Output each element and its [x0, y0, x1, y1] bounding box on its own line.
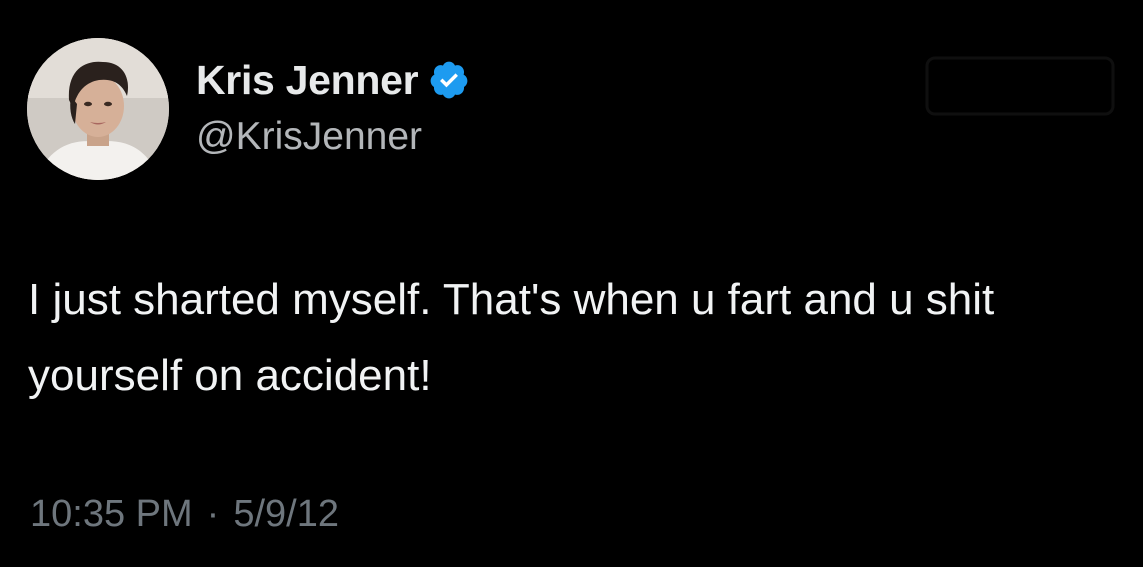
- name-row: Kris Jenner: [196, 56, 470, 104]
- tweet-text: I just sharted myself. That's when u far…: [28, 275, 995, 400]
- avatar[interactable]: [27, 38, 169, 180]
- tweet-card: Kris Jenner @KrisJenner I just sharted m…: [0, 0, 1143, 567]
- display-name[interactable]: Kris Jenner: [196, 56, 419, 104]
- meta-separator: ·: [206, 493, 220, 535]
- user-info: Kris Jenner @KrisJenner: [196, 56, 470, 160]
- tweet-meta: 10:35 PM · 5/9/12: [30, 490, 339, 538]
- user-handle[interactable]: @KrisJenner: [196, 114, 470, 160]
- tweet-date[interactable]: 5/9/12: [233, 490, 339, 538]
- avatar-image: [27, 38, 169, 180]
- verified-badge-icon: [430, 61, 468, 99]
- watermark-logo-icon: [925, 56, 1115, 116]
- tweet-time[interactable]: 10:35 PM: [30, 490, 193, 538]
